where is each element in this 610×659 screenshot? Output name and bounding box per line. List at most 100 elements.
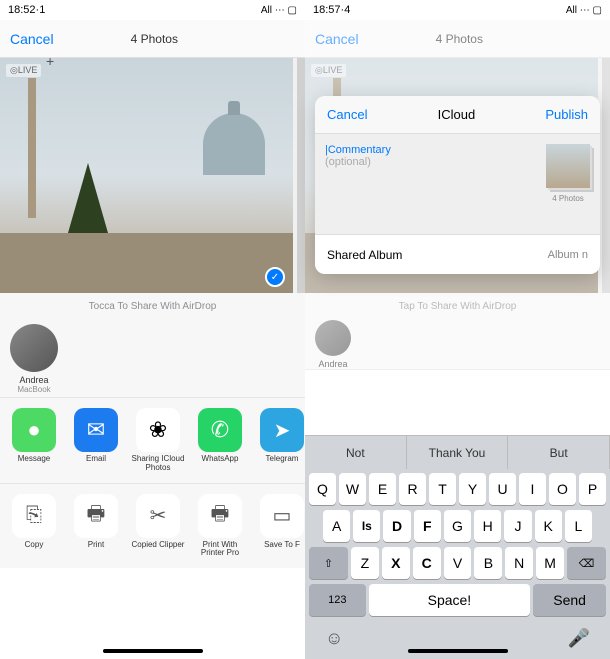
action-save-files[interactable]: ▭ Save To F: [254, 494, 305, 559]
action-clipper[interactable]: ✂Copied Clipper: [130, 494, 186, 559]
sheet-cancel-button[interactable]: Cancel: [327, 107, 367, 122]
live-badge: ◎LIVE: [6, 64, 41, 77]
action-printer-pro[interactable]: 🖶Print With Printer Pro: [192, 494, 248, 559]
copy-icon: ⎘: [12, 494, 56, 538]
airdrop-hint: Tocca To Share With AirDrop: [0, 293, 305, 320]
key-o[interactable]: O: [549, 473, 576, 505]
home-indicator[interactable]: [103, 649, 203, 653]
key-backspace[interactable]: ⌫: [567, 547, 606, 579]
icloud-post-sheet: Cancel ICloud Publish |Commentary (optio…: [315, 96, 600, 274]
key-c[interactable]: C: [413, 547, 441, 579]
live-badge: ◎LIVE: [311, 64, 346, 77]
airdrop-contact[interactable]: Andrea MacBook: [10, 324, 58, 394]
keyboard-row: Q W E R T Y U I O P: [309, 473, 606, 505]
comment-optional: (optional): [325, 156, 371, 168]
photo-thumbnail[interactable]: 4 Photos: [546, 144, 590, 224]
action-label: Copy: [25, 541, 44, 550]
photo-content: [68, 163, 108, 233]
key-l[interactable]: L: [565, 510, 592, 542]
message-icon: ●: [12, 408, 56, 452]
sheet-publish-button[interactable]: Publish: [545, 107, 588, 122]
sheet-header: Cancel ICloud Publish: [315, 96, 600, 134]
action-copy[interactable]: ⎘ Copy: [6, 494, 62, 559]
app-label: Sharing ICloud Photos: [130, 455, 186, 473]
telegram-icon: ➤: [260, 408, 304, 452]
header-title: 4 Photos: [131, 32, 178, 46]
app-whatsapp[interactable]: ✆WhatsApp: [192, 408, 248, 473]
folder-icon: ▭: [260, 494, 304, 538]
app-message[interactable]: ● Message: [6, 408, 62, 473]
status-indicators: All ⋯ ▢: [566, 5, 602, 16]
key-i[interactable]: I: [519, 473, 546, 505]
key-b[interactable]: B: [474, 547, 502, 579]
key-d[interactable]: D: [383, 510, 410, 542]
key-w[interactable]: W: [339, 473, 366, 505]
sheet-title: ICloud: [438, 107, 476, 122]
key-k[interactable]: K: [535, 510, 562, 542]
thumbnail-image: [546, 144, 590, 188]
contact-device: MacBook: [17, 385, 50, 394]
key-m[interactable]: M: [536, 547, 564, 579]
key-r[interactable]: R: [399, 473, 426, 505]
key-y[interactable]: Y: [459, 473, 486, 505]
emoji-icon[interactable]: ☺: [325, 628, 343, 649]
key-a[interactable]: A: [323, 510, 350, 542]
app-email[interactable]: ✉Email: [68, 408, 124, 473]
key-j[interactable]: J: [504, 510, 531, 542]
printer-pro-icon: 🖶: [198, 494, 242, 538]
next-photo-peek[interactable]: [297, 58, 305, 293]
whatsapp-icon: ✆: [198, 408, 242, 452]
action-print[interactable]: 🖶Print: [68, 494, 124, 559]
suggestion[interactable]: But: [508, 436, 610, 469]
key-shift[interactable]: ⇧: [309, 547, 348, 579]
thumbnail-count: 4 Photos: [552, 194, 584, 203]
keyboard-row: ⇧ Z X C V B N M ⌫: [309, 547, 606, 579]
next-photo-peek: [602, 58, 610, 293]
app-telegram[interactable]: ➤ Telegram: [254, 408, 305, 473]
avatar: [315, 320, 351, 356]
keyboard-row: 123 Space! Send: [309, 584, 606, 616]
avatar: [10, 324, 58, 372]
share-actions-row: ⎘Copy 🖶Print ✂Copied Clipper 🖶Print With…: [0, 483, 305, 569]
key-u[interactable]: U: [489, 473, 516, 505]
suggestion[interactable]: Not: [305, 436, 407, 469]
shared-album-row[interactable]: Shared Album Album n: [315, 234, 600, 274]
action-label: Print: [88, 541, 104, 550]
key-s[interactable]: Is: [353, 510, 380, 542]
comment-input[interactable]: |Commentary (optional): [325, 144, 391, 224]
status-time: 18:52·1: [8, 4, 45, 16]
icloud-post-screen: 18:57·4 All ⋯ ▢ Cancel 4 Photos ◎LIVE Ta…: [305, 0, 610, 659]
keyboard-row: A Is D F G H J K L: [309, 510, 606, 542]
sheet-body: |Commentary (optional) 4 Photos: [315, 134, 600, 234]
key-numbers[interactable]: 123: [309, 584, 366, 616]
key-h[interactable]: H: [474, 510, 501, 542]
key-send[interactable]: Send: [533, 584, 606, 616]
airdrop-contacts: Andrea MacBook: [0, 320, 305, 398]
key-t[interactable]: T: [429, 473, 456, 505]
key-v[interactable]: V: [444, 547, 472, 579]
key-x[interactable]: X: [382, 547, 410, 579]
action-label: Save To F: [264, 541, 300, 550]
selected-check-icon[interactable]: ✓: [265, 267, 285, 287]
app-label: Message: [18, 455, 50, 464]
photo-main[interactable]: + ◎LIVE ✓: [0, 58, 293, 293]
photo-content: [28, 78, 36, 218]
key-n[interactable]: N: [505, 547, 533, 579]
clipper-icon: ✂: [136, 494, 180, 538]
home-indicator[interactable]: [408, 649, 508, 653]
suggestion[interactable]: Thank You: [407, 436, 509, 469]
key-g[interactable]: G: [444, 510, 471, 542]
key-e[interactable]: E: [369, 473, 396, 505]
app-label: Telegram: [266, 455, 299, 464]
comment-text: |Commentary: [325, 144, 391, 156]
key-z[interactable]: Z: [351, 547, 379, 579]
key-p[interactable]: P: [579, 473, 606, 505]
cancel-button[interactable]: Cancel: [10, 31, 54, 47]
key-space[interactable]: Space!: [369, 584, 531, 616]
app-icloud-sharing[interactable]: ❀Sharing ICloud Photos: [130, 408, 186, 473]
mic-icon[interactable]: 🎤: [568, 628, 590, 649]
photo-preview[interactable]: + ◎LIVE ✓: [0, 58, 305, 293]
cancel-button: Cancel: [315, 31, 359, 47]
key-q[interactable]: Q: [309, 473, 336, 505]
key-f[interactable]: F: [414, 510, 441, 542]
